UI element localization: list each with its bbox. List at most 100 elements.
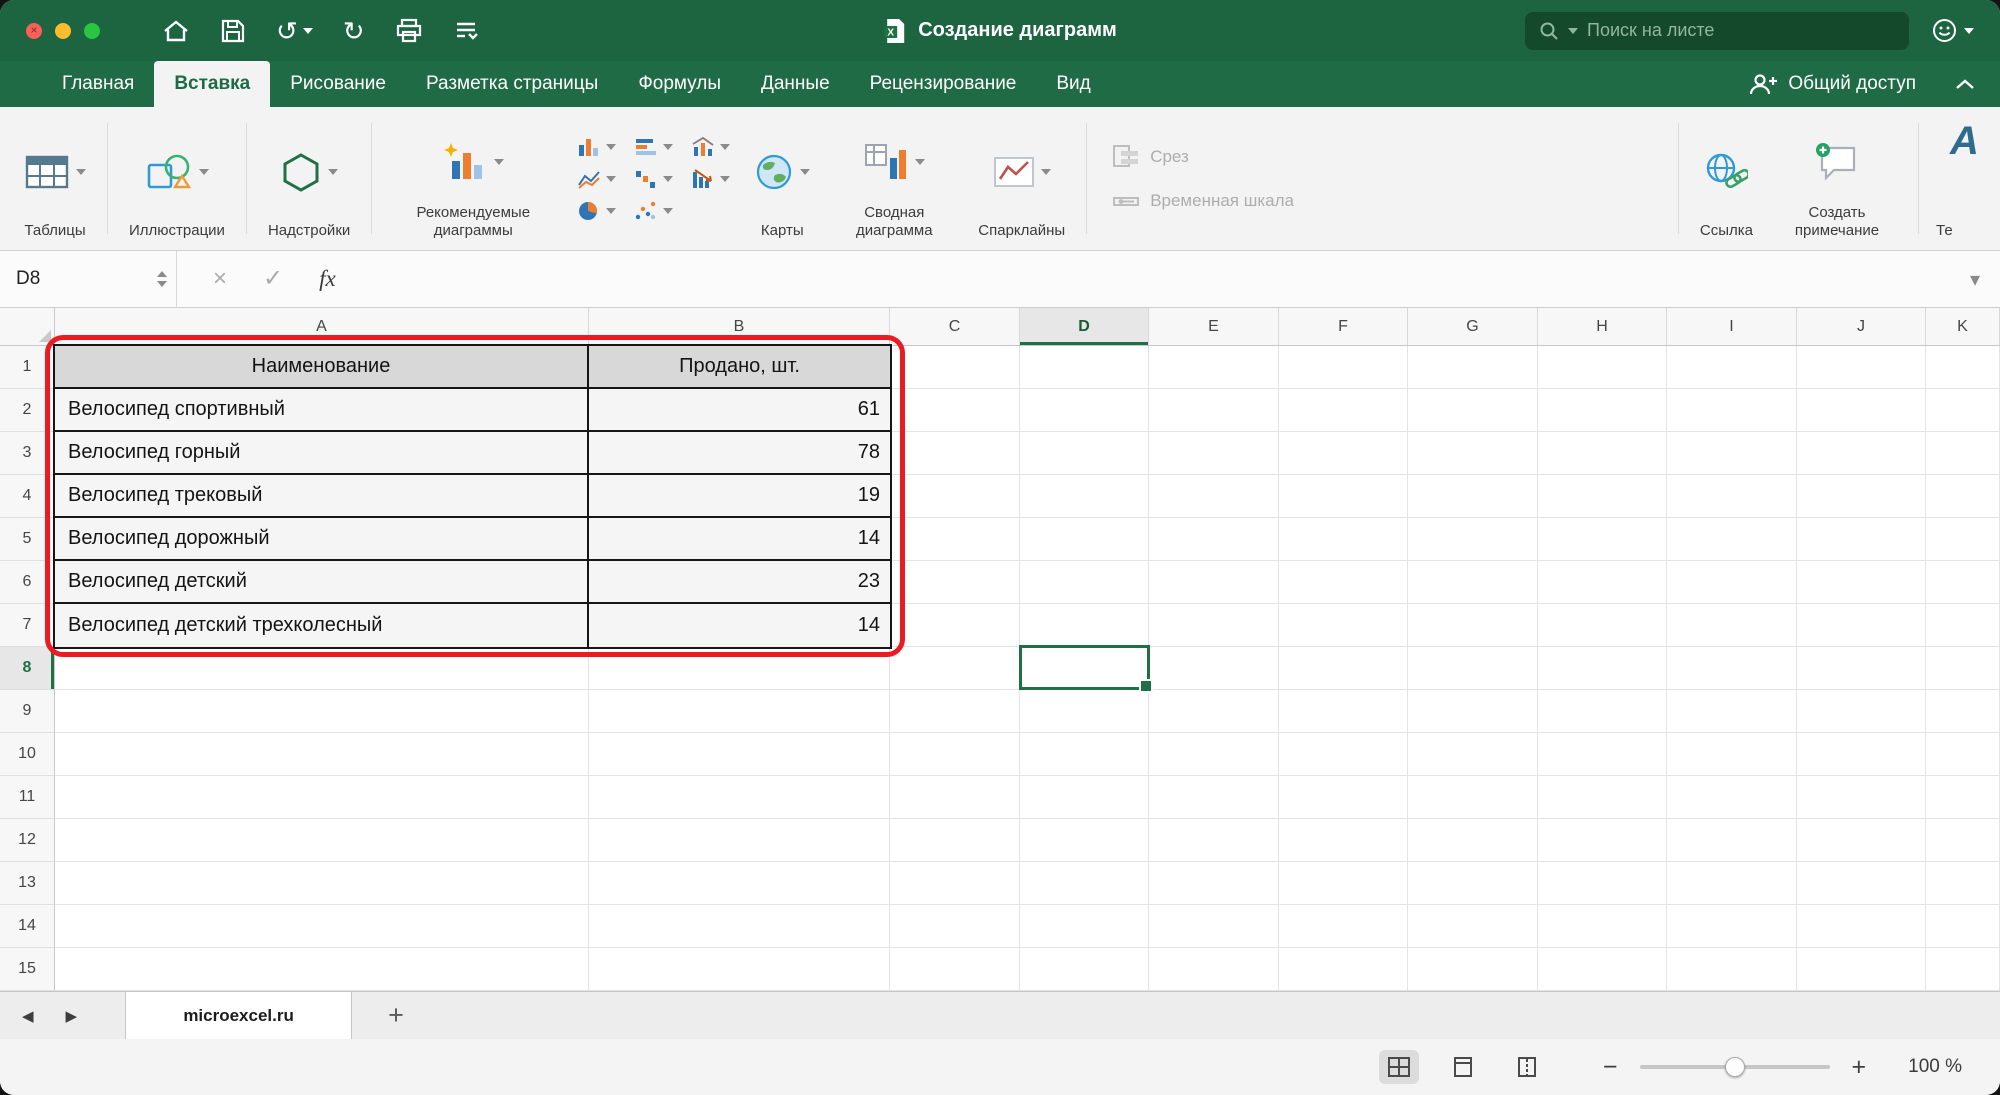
feedback-button[interactable] bbox=[1909, 17, 2000, 44]
maps-dropdown-arrow-icon[interactable] bbox=[800, 169, 810, 175]
cell-E8[interactable] bbox=[1149, 647, 1279, 690]
name-box-stepper[interactable] bbox=[148, 251, 177, 307]
new-comment-button[interactable]: Создать примечание bbox=[1765, 107, 1909, 250]
cell-E6[interactable] bbox=[1149, 561, 1279, 604]
row-header-1[interactable]: 1 bbox=[0, 346, 55, 389]
sparklines-button[interactable]: Спарклайны bbox=[966, 107, 1077, 250]
cell-H5[interactable] bbox=[1538, 518, 1667, 561]
cell-H6[interactable] bbox=[1538, 561, 1667, 604]
chart-bar-button[interactable] bbox=[634, 136, 673, 158]
column-header-G[interactable]: G bbox=[1408, 308, 1538, 345]
search-scope-dropdown-icon[interactable] bbox=[1568, 28, 1578, 34]
cell-I11[interactable] bbox=[1667, 776, 1797, 819]
cell-B15[interactable] bbox=[589, 948, 890, 991]
zoom-out-button[interactable]: − bbox=[1603, 1055, 1618, 1080]
page-layout-view-button[interactable] bbox=[1443, 1050, 1483, 1084]
cell-J10[interactable] bbox=[1797, 733, 1926, 776]
cell-G12[interactable] bbox=[1408, 819, 1538, 862]
cell-G14[interactable] bbox=[1408, 905, 1538, 948]
cell-C7[interactable] bbox=[890, 604, 1020, 647]
cell-E1[interactable] bbox=[1149, 346, 1279, 389]
page-break-view-button[interactable] bbox=[1507, 1050, 1547, 1084]
cell-J9[interactable] bbox=[1797, 690, 1926, 733]
cell-D1[interactable] bbox=[1020, 346, 1149, 389]
undo-dropdown-arrow-icon[interactable] bbox=[303, 28, 313, 34]
addins-dropdown-arrow-icon[interactable] bbox=[328, 169, 338, 175]
cell-A12[interactable] bbox=[55, 819, 589, 862]
home-button[interactable] bbox=[162, 18, 190, 44]
table-cell-value-5[interactable]: 23 bbox=[589, 561, 890, 604]
cell-A14[interactable] bbox=[55, 905, 589, 948]
cell-K1[interactable] bbox=[1926, 346, 2000, 389]
cell-K13[interactable] bbox=[1926, 862, 2000, 905]
cell-E7[interactable] bbox=[1149, 604, 1279, 647]
cell-D12[interactable] bbox=[1020, 819, 1149, 862]
cell-I13[interactable] bbox=[1667, 862, 1797, 905]
cell-G8[interactable] bbox=[1408, 647, 1538, 690]
name-box[interactable]: D8 bbox=[0, 251, 148, 307]
formula-input[interactable] bbox=[336, 251, 1950, 307]
close-button[interactable] bbox=[26, 23, 42, 39]
cell-H13[interactable] bbox=[1538, 862, 1667, 905]
sparklines-dropdown-arrow-icon[interactable] bbox=[1041, 169, 1051, 175]
chart-column-button[interactable] bbox=[577, 136, 616, 158]
cell-J11[interactable] bbox=[1797, 776, 1926, 819]
table-cell-name-3[interactable]: Велосипед трековый bbox=[55, 475, 589, 518]
cell-I14[interactable] bbox=[1667, 905, 1797, 948]
illustrations-dropdown-arrow-icon[interactable] bbox=[199, 169, 209, 175]
column-header-C[interactable]: C bbox=[890, 308, 1020, 345]
cell-K4[interactable] bbox=[1926, 475, 2000, 518]
cell-E15[interactable] bbox=[1149, 948, 1279, 991]
table-cell-name-1[interactable]: Велосипед спортивный bbox=[55, 389, 589, 432]
row-header-3[interactable]: 3 bbox=[0, 432, 55, 475]
cell-D10[interactable] bbox=[1020, 733, 1149, 776]
cell-D11[interactable] bbox=[1020, 776, 1149, 819]
cell-F13[interactable] bbox=[1279, 862, 1408, 905]
cell-D14[interactable] bbox=[1020, 905, 1149, 948]
table-cell-value-6[interactable]: 14 bbox=[589, 604, 890, 647]
cell-F11[interactable] bbox=[1279, 776, 1408, 819]
normal-view-button[interactable] bbox=[1379, 1050, 1419, 1084]
cell-F3[interactable] bbox=[1279, 432, 1408, 475]
cell-K10[interactable] bbox=[1926, 733, 2000, 776]
table-cell-value-1[interactable]: 61 bbox=[589, 389, 890, 432]
cell-H1[interactable] bbox=[1538, 346, 1667, 389]
cell-C5[interactable] bbox=[890, 518, 1020, 561]
cell-F12[interactable] bbox=[1279, 819, 1408, 862]
cell-J12[interactable] bbox=[1797, 819, 1926, 862]
cell-H8[interactable] bbox=[1538, 647, 1667, 690]
recommended-charts-button[interactable]: Рекомендуемые диаграммы bbox=[381, 107, 565, 250]
cell-G4[interactable] bbox=[1408, 475, 1538, 518]
row-header-13[interactable]: 13 bbox=[0, 862, 55, 905]
tab-draw[interactable]: Рисование bbox=[270, 61, 406, 107]
cell-F5[interactable] bbox=[1279, 518, 1408, 561]
chart-bar-dropdown-icon[interactable] bbox=[663, 144, 673, 150]
cell-K11[interactable] bbox=[1926, 776, 2000, 819]
chart-waterfall-button[interactable] bbox=[634, 168, 673, 190]
search-input[interactable]: Поиск на листе bbox=[1525, 12, 1909, 50]
cell-J6[interactable] bbox=[1797, 561, 1926, 604]
zoom-slider-knob[interactable] bbox=[1725, 1057, 1745, 1077]
stepper-up-icon[interactable] bbox=[157, 271, 167, 277]
cell-F2[interactable] bbox=[1279, 389, 1408, 432]
table-header-name[interactable]: Наименование bbox=[55, 346, 589, 389]
cell-I12[interactable] bbox=[1667, 819, 1797, 862]
table-cell-name-5[interactable]: Велосипед детский bbox=[55, 561, 589, 604]
cell-J14[interactable] bbox=[1797, 905, 1926, 948]
column-header-B[interactable]: B bbox=[589, 308, 890, 345]
zoom-in-button[interactable]: + bbox=[1852, 1055, 1867, 1080]
tab-page-layout[interactable]: Разметка страницы bbox=[406, 61, 618, 107]
chart-line-dropdown-icon[interactable] bbox=[606, 176, 616, 182]
chart-scatter-dropdown-icon[interactable] bbox=[663, 208, 673, 214]
column-header-A[interactable]: A bbox=[55, 308, 589, 345]
cell-A9[interactable] bbox=[55, 690, 589, 733]
cell-I3[interactable] bbox=[1667, 432, 1797, 475]
toolbar-options-button[interactable] bbox=[453, 19, 479, 43]
cell-E9[interactable] bbox=[1149, 690, 1279, 733]
cell-J13[interactable] bbox=[1797, 862, 1926, 905]
cell-C8[interactable] bbox=[890, 647, 1020, 690]
cell-F1[interactable] bbox=[1279, 346, 1408, 389]
cell-I10[interactable] bbox=[1667, 733, 1797, 776]
table-cell-name-2[interactable]: Велосипед горный bbox=[55, 432, 589, 475]
cell-H11[interactable] bbox=[1538, 776, 1667, 819]
